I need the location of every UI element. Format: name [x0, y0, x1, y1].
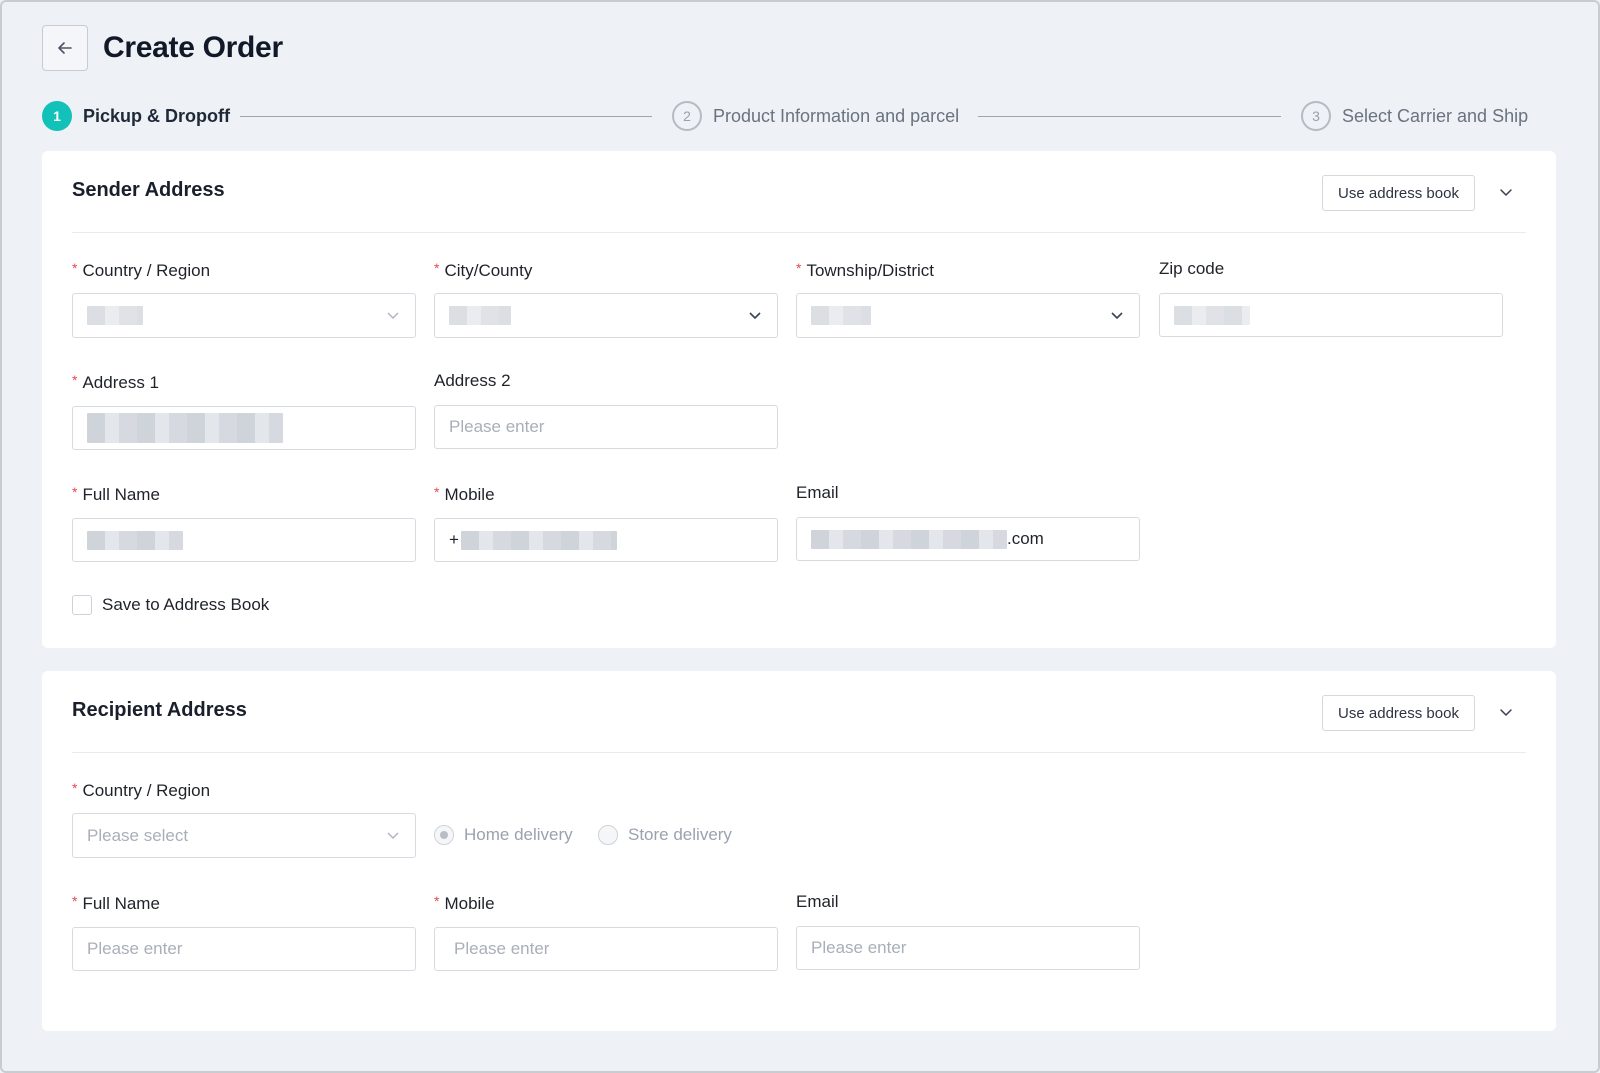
chevron-down-icon[interactable]	[1496, 702, 1516, 722]
radio-button[interactable]	[598, 825, 618, 845]
mobile-prefix: +	[449, 530, 459, 549]
sender-address-card: Sender Address Use address book * Country…	[42, 151, 1556, 648]
full-name-label: * Full Name	[72, 893, 160, 913]
mobile-label: * Mobile	[434, 893, 495, 913]
step-label: Select Carrier and Ship	[1342, 105, 1529, 126]
recipient-address-card: Recipient Address Use address book * Coun…	[42, 671, 1556, 1031]
city-county-select[interactable]	[434, 293, 778, 338]
placeholder: Please enter	[87, 939, 183, 958]
step-label: Product Information and parcel	[713, 105, 960, 126]
step-product-info[interactable]: 2 Product Information and parcel	[672, 101, 959, 131]
step-connector	[978, 116, 1281, 117]
step-number: 3	[1301, 101, 1331, 131]
email-label: Email	[796, 892, 839, 911]
full-name-input[interactable]: Please enter	[72, 927, 416, 971]
use-address-book-button[interactable]: Use address book	[1322, 695, 1475, 731]
chevron-down-icon	[387, 832, 399, 840]
step-number: 1	[42, 101, 72, 131]
placeholder: Please select	[87, 825, 189, 845]
radio-button[interactable]	[434, 825, 454, 845]
zip-code-label: Zip code	[1159, 259, 1225, 278]
section-title: Recipient Address	[72, 699, 247, 721]
city-county-label: * City/County	[434, 260, 533, 280]
store-delivery-radio[interactable]: Store delivery	[598, 825, 732, 845]
country-region-select[interactable]: Please select	[72, 813, 416, 858]
home-delivery-radio[interactable]: Home delivery	[434, 825, 573, 845]
redacted-value	[87, 306, 143, 325]
use-address-book-button[interactable]: Use address book	[1322, 175, 1475, 211]
order-stepper: 1 Pickup & Dropoff 2 Product Information…	[42, 101, 1556, 131]
placeholder: Please enter	[449, 417, 545, 436]
mobile-input[interactable]: +	[434, 518, 778, 562]
placeholder: Please enter	[454, 939, 550, 958]
address2-label: Address 2	[434, 371, 511, 390]
chevron-down-icon	[1111, 312, 1123, 320]
back-button[interactable]	[42, 25, 88, 71]
placeholder: Please enter	[811, 938, 907, 957]
chevron-down-icon	[749, 312, 761, 320]
page-header: Create Order	[42, 25, 283, 71]
step-select-carrier[interactable]: 3 Select Carrier and Ship	[1301, 101, 1528, 131]
redacted-value	[811, 529, 1007, 549]
address1-input[interactable]	[72, 406, 416, 450]
chevron-down-icon	[387, 312, 399, 320]
checkbox-label: Save to Address Book	[102, 595, 270, 614]
redacted-value	[460, 530, 617, 550]
redacted-value	[87, 413, 283, 443]
redacted-value	[449, 306, 511, 325]
email-input[interactable]: .com	[796, 517, 1140, 561]
township-district-label: * Township/District	[796, 260, 934, 280]
divider	[72, 232, 1526, 233]
email-label: Email	[796, 483, 839, 502]
divider	[72, 752, 1526, 753]
email-input[interactable]: Please enter	[796, 926, 1140, 970]
radio-label: Home delivery	[464, 825, 573, 844]
full-name-label: * Full Name	[72, 484, 160, 504]
checkbox[interactable]	[72, 595, 92, 615]
redacted-value	[1174, 305, 1250, 325]
radio-label: Store delivery	[628, 825, 732, 844]
page-title: Create Order	[103, 31, 283, 64]
township-district-select[interactable]	[796, 293, 1140, 338]
country-region-label: * Country / Region	[72, 780, 211, 800]
mobile-input[interactable]: Please enter	[434, 927, 778, 971]
step-connector	[240, 116, 652, 117]
mobile-label: * Mobile	[434, 484, 495, 504]
redacted-value	[811, 306, 871, 325]
zip-code-input[interactable]	[1159, 293, 1503, 337]
address1-label: * Address 1	[72, 372, 159, 392]
country-region-select[interactable]	[72, 293, 416, 338]
arrow-left-icon	[58, 42, 72, 54]
save-to-address-book[interactable]: Save to Address Book	[72, 595, 269, 615]
step-label: Pickup & Dropoff	[83, 105, 230, 126]
email-suffix: .com	[1007, 529, 1044, 548]
redacted-value	[87, 530, 183, 550]
step-pickup-dropoff[interactable]: 1 Pickup & Dropoff	[42, 101, 230, 131]
country-region-label: * Country / Region	[72, 260, 211, 280]
chevron-down-icon[interactable]	[1496, 182, 1516, 202]
full-name-input[interactable]	[72, 518, 416, 562]
step-number: 2	[672, 101, 702, 131]
section-title: Sender Address	[72, 179, 225, 201]
address2-input[interactable]: Please enter	[434, 405, 778, 449]
